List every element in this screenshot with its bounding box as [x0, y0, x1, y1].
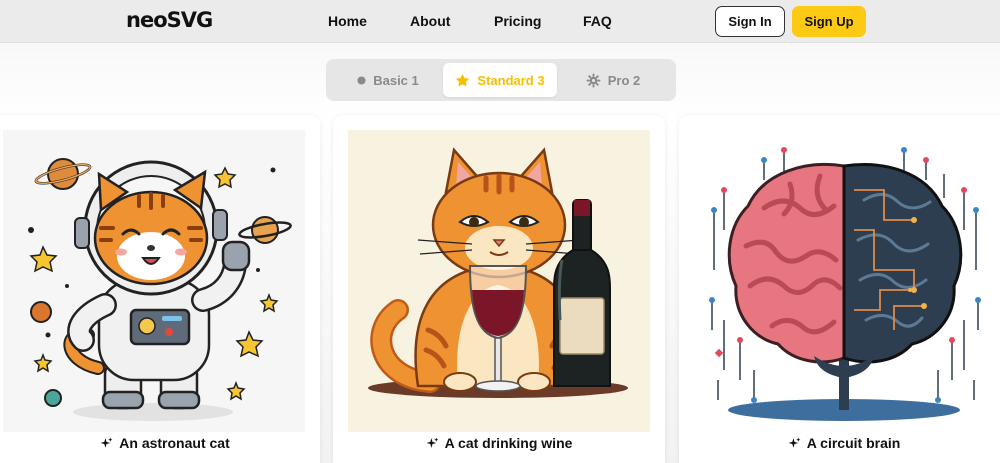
tab-basic[interactable]: Basic 1 [334, 63, 442, 97]
brand-logo[interactable]: neoSVG [126, 8, 213, 32]
gear-icon [586, 73, 601, 87]
sparkle-icon [100, 437, 113, 448]
sign-in-button[interactable]: Sign In [715, 6, 785, 37]
card-caption-circuit-brain: A circuit brain [679, 435, 1000, 451]
card-caption-astronaut-cat: An astronaut cat [0, 435, 320, 451]
dot-icon [357, 75, 366, 85]
nav-link-home[interactable]: Home [328, 13, 367, 29]
card-caption-cat-wine: A cat drinking wine [333, 435, 665, 451]
nav-link-faq[interactable]: FAQ [583, 13, 612, 29]
tab-pro-label: Pro 2 [607, 72, 641, 88]
star-icon [456, 73, 470, 86]
cat-wine-illustration [348, 130, 650, 432]
tab-standard-label: Standard 3 [477, 72, 545, 88]
tab-standard[interactable]: Standard 3 [443, 63, 557, 97]
sparkle-icon [788, 437, 801, 448]
card-caption-text: A circuit brain [806, 435, 901, 451]
gallery-card-astronaut-cat[interactable]: An astronaut cat [0, 115, 320, 463]
plan-tabs: Basic 1 Standard 3 Pro 2 [326, 59, 676, 101]
sparkle-icon [426, 437, 439, 448]
top-navbar: neoSVG Home About Pricing FAQ Sign In Si… [0, 0, 1000, 43]
nav-link-about[interactable]: About [410, 13, 450, 29]
tab-pro[interactable]: Pro 2 [558, 63, 668, 97]
tab-basic-label: Basic 1 [373, 72, 419, 88]
circuit-brain-illustration [694, 130, 996, 432]
sign-up-button[interactable]: Sign Up [792, 6, 866, 37]
card-caption-text: An astronaut cat [119, 435, 230, 451]
gallery-card-cat-wine[interactable]: A cat drinking wine [333, 115, 665, 463]
gallery-card-circuit-brain[interactable]: A circuit brain [679, 115, 1000, 463]
astronaut-cat-illustration [3, 130, 305, 432]
card-caption-text: A cat drinking wine [444, 435, 573, 451]
nav-link-pricing[interactable]: Pricing [494, 13, 541, 29]
